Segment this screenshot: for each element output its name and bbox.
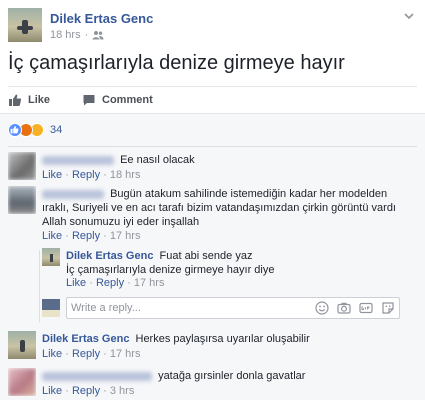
commenter-name[interactable]: [42, 155, 114, 165]
comment-time[interactable]: 17 hrs: [110, 348, 141, 360]
reactions-summary[interactable]: 34: [8, 123, 62, 137]
post-actions: Like Comment: [8, 92, 153, 108]
commenter-avatar[interactable]: [8, 331, 36, 359]
commenter-name[interactable]: [42, 189, 104, 199]
reply-input[interactable]: [71, 300, 301, 316]
comment-item: Ee nasıl olacak Like · Reply · 18 hrs: [8, 152, 417, 182]
divider: [8, 146, 417, 147]
post-meta: 18 hrs ·: [50, 29, 104, 41]
commenter-avatar[interactable]: [8, 368, 36, 396]
comment-like-link[interactable]: Like: [42, 169, 62, 181]
comment-like-link[interactable]: Like: [42, 348, 62, 360]
comment-item: Dilek Ertas Genc Herkes paylaşırsa uyarı…: [8, 331, 417, 361]
reply-item: Dilek Ertas Genc Fuat abi sende yaz İç ç…: [42, 248, 412, 292]
reply-actions: Like · Reply · 17 hrs: [66, 277, 165, 289]
post-header: Dilek Ertas Genc 18 hrs ·: [8, 8, 417, 44]
comment-time[interactable]: 3 hrs: [110, 385, 134, 397]
comment-reply-link[interactable]: Reply: [72, 230, 100, 242]
like-reaction-icon: [8, 123, 22, 137]
reply-reply-link[interactable]: Reply: [96, 277, 124, 289]
comment-item: yatağa gırsinler donla gavatlar Like · R…: [8, 368, 417, 398]
camera-icon[interactable]: [337, 301, 351, 315]
post-text: İç çamaşırlarıyla denize girmeye hayır: [8, 52, 345, 74]
comment-time[interactable]: 17 hrs: [110, 230, 141, 242]
sticker-icon[interactable]: [381, 301, 395, 315]
comment-like-link[interactable]: Like: [42, 385, 62, 397]
comment-reply-link[interactable]: Reply: [72, 348, 100, 360]
thumbs-up-icon: [9, 94, 22, 106]
comment-actions: Like · Reply · 18 hrs: [42, 169, 141, 181]
commenter-avatar[interactable]: [8, 152, 36, 180]
comment-button[interactable]: Comment: [82, 92, 153, 108]
reply-like-link[interactable]: Like: [66, 277, 86, 289]
reply-time[interactable]: 17 hrs: [134, 277, 165, 289]
comment-actions: Like · Reply · 17 hrs: [42, 230, 141, 242]
comment-like-link[interactable]: Like: [42, 230, 62, 242]
comment-actions: Like · Reply · 17 hrs: [42, 348, 141, 360]
reply-input-box: [66, 297, 400, 319]
comment-actions: Like · Reply · 3 hrs: [42, 385, 135, 397]
comment-icon: [83, 95, 95, 106]
comment-time[interactable]: 18 hrs: [110, 169, 141, 181]
comment-text: yatağa gırsinler donla gavatlar: [158, 370, 306, 382]
current-user-avatar: [42, 299, 60, 317]
post-time[interactable]: 18 hrs: [50, 29, 81, 41]
reactions-count[interactable]: 34: [50, 124, 62, 136]
comments-section: 34 Ee nasıl olacak Like · Reply · 18 hrs: [0, 113, 425, 400]
comment-reply-link[interactable]: Reply: [72, 385, 100, 397]
comment-text: Herkes paylaşırsa uyarılar oluşabilir: [135, 333, 310, 345]
divider: [8, 86, 417, 87]
reply-author-name[interactable]: Dilek Ertas Genc: [66, 250, 153, 262]
author-avatar[interactable]: [8, 8, 42, 42]
like-button[interactable]: Like: [8, 92, 50, 108]
comment-item: Bugün atakum sahilinde istemediğin kadar…: [8, 186, 417, 246]
chevron-down-icon[interactable]: [403, 10, 415, 22]
reply-thread-line: [39, 250, 40, 322]
friends-icon: [92, 31, 104, 40]
gif-icon[interactable]: [359, 301, 373, 315]
commenter-name[interactable]: [42, 371, 152, 381]
reply-input-icons: [315, 301, 395, 315]
commenter-name[interactable]: Dilek Ertas Genc: [42, 333, 129, 345]
author-name[interactable]: Dilek Ertas Genc: [50, 11, 153, 26]
emoji-icon[interactable]: [315, 301, 329, 315]
comment-text: Ee nasıl olacak: [120, 154, 195, 166]
reply-author-avatar[interactable]: [42, 248, 60, 266]
reply-text: Fuat abi sende yaz: [159, 250, 253, 262]
commenter-avatar[interactable]: [8, 186, 36, 214]
comment-reply-link[interactable]: Reply: [72, 169, 100, 181]
reply-text-line2: İç çamaşırlarıyla denize girmeye hayır d…: [66, 264, 275, 276]
facebook-post: Dilek Ertas Genc 18 hrs · İç çamaşırları…: [0, 0, 425, 400]
